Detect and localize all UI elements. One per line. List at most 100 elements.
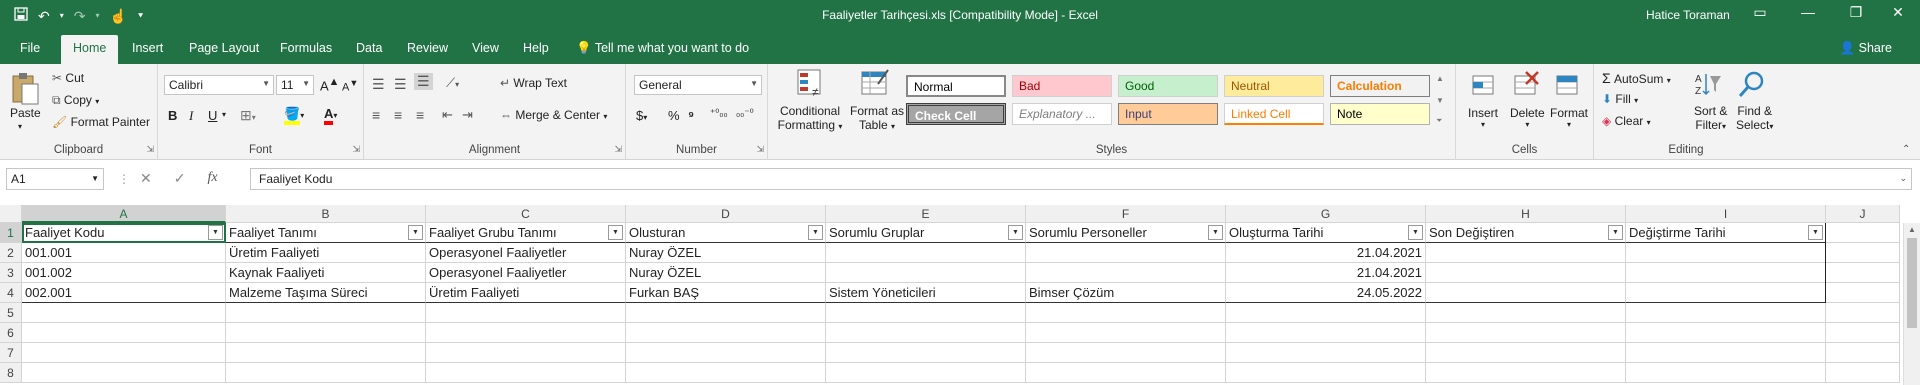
scroll-thumb[interactable]	[1907, 238, 1917, 328]
tab-view[interactable]: View	[472, 41, 499, 55]
cut-button[interactable]: ✂ Cut	[52, 71, 84, 85]
empty-cell[interactable]	[1826, 363, 1900, 383]
row-header-7[interactable]: 7	[0, 343, 22, 363]
number-format-box[interactable]: General ▼	[634, 75, 762, 95]
align-left-icon[interactable]: ≡	[372, 107, 380, 123]
empty-cell[interactable]	[1826, 303, 1900, 323]
table-cell[interactable]: Malzeme Taşıma Süreci	[226, 283, 426, 303]
comma-icon[interactable]: ⁹	[688, 108, 694, 123]
table-cell[interactable]: 001.001	[22, 243, 226, 263]
table-cell[interactable]: Üretim Faaliyeti	[226, 243, 426, 263]
empty-cell[interactable]	[826, 303, 1026, 323]
empty-cell[interactable]	[226, 323, 426, 343]
table-cell[interactable]	[1426, 263, 1626, 283]
table-header-cell[interactable]: Faaliyet Grubu Tanımı ▼	[426, 223, 626, 243]
paste-icon[interactable]	[10, 72, 40, 105]
clipboard-launcher-icon[interactable]: ⇲	[146, 144, 154, 155]
autosum-button[interactable]: Σ AutoSum ▾	[1602, 70, 1671, 86]
formula-bar-splitter-icon[interactable]: ⋮	[118, 172, 130, 186]
find-select-button[interactable]: Find & Select▾	[1736, 104, 1773, 132]
paste-button[interactable]: Paste	[10, 106, 41, 120]
cancel-icon[interactable]: ✕	[140, 170, 152, 187]
table-cell[interactable]	[1426, 243, 1626, 263]
format-as-table-button[interactable]: Format as Table ▾	[848, 104, 906, 132]
row-header-6[interactable]: 6	[0, 323, 22, 343]
increase-font-icon[interactable]: A▲	[320, 76, 339, 93]
sort-filter-button[interactable]: Sort & Filter▾	[1694, 104, 1727, 132]
row-header-3[interactable]: 3	[0, 263, 22, 283]
insert-function-icon[interactable]: fx	[207, 170, 217, 187]
table-cell[interactable]	[1026, 263, 1226, 283]
empty-cell[interactable]	[22, 343, 226, 363]
style-bad[interactable]: Bad	[1012, 75, 1112, 97]
table-cell[interactable]: Operasyonel Faaliyetler	[426, 243, 626, 263]
empty-cell[interactable]	[426, 343, 626, 363]
empty-cell[interactable]	[22, 303, 226, 323]
tab-formulas[interactable]: Formulas	[280, 41, 332, 55]
empty-cell[interactable]	[426, 323, 626, 343]
empty-cell[interactable]	[1826, 243, 1900, 263]
column-header-d[interactable]: D	[626, 205, 826, 223]
collapse-ribbon-icon[interactable]: ⌃	[1902, 144, 1910, 155]
table-cell[interactable]: Bimser Çözüm	[1026, 283, 1226, 303]
empty-cell[interactable]	[1026, 303, 1226, 323]
select-all-button[interactable]	[0, 205, 22, 223]
empty-cell[interactable]	[1226, 363, 1426, 383]
filter-dropdown-icon[interactable]: ▼	[208, 225, 223, 240]
column-header-h[interactable]: H	[1426, 205, 1626, 223]
scroll-up-icon[interactable]: ▲	[1904, 225, 1920, 234]
increase-indent-icon[interactable]: ⇥	[462, 107, 473, 123]
align-bottom-icon[interactable]: ☰	[414, 73, 433, 90]
table-cell[interactable]: Nuray ÖZEL	[626, 243, 826, 263]
wrap-text-button[interactable]: ↵ Wrap Text	[500, 76, 567, 90]
empty-cell[interactable]	[22, 323, 226, 343]
style-linked-cell[interactable]: Linked Cell	[1224, 103, 1324, 125]
paste-dropdown-icon[interactable]: ▾	[18, 122, 22, 131]
align-center-icon[interactable]: ≡	[394, 107, 402, 123]
empty-cell[interactable]	[1426, 303, 1626, 323]
number-launcher-icon[interactable]: ⇲	[756, 144, 764, 155]
increase-decimal-icon[interactable]: ⁺⁰₀₀	[710, 108, 728, 119]
row-header-2[interactable]: 2	[0, 243, 22, 263]
tab-insert[interactable]: Insert	[132, 41, 163, 55]
gallery-more-icon[interactable]: ⏷	[1436, 116, 1442, 126]
decrease-indent-icon[interactable]: ⇤	[442, 107, 453, 123]
table-header-cell[interactable]: Oluşturma Tarihi ▼	[1226, 223, 1426, 243]
table-cell[interactable]: 002.001	[22, 283, 226, 303]
font-launcher-icon[interactable]: ⇲	[352, 144, 360, 155]
table-cell[interactable]: Sistem Yöneticileri	[826, 283, 1026, 303]
empty-cell[interactable]	[1026, 363, 1226, 383]
empty-cell[interactable]	[1226, 343, 1426, 363]
column-header-g[interactable]: G	[1226, 205, 1426, 223]
tab-file[interactable]: File	[20, 41, 40, 55]
table-header-cell[interactable]: Faaliyet Tanımı ▼	[226, 223, 426, 243]
column-header-i[interactable]: I	[1626, 205, 1826, 223]
decrease-decimal-icon[interactable]: ₀₀⁻⁰	[736, 108, 754, 119]
fill-color-icon[interactable]: 🪣▾	[284, 106, 304, 125]
font-size-box[interactable]: 11 ▼	[276, 75, 314, 95]
minimize-icon[interactable]: —	[1788, 4, 1828, 20]
empty-cell[interactable]	[1426, 343, 1626, 363]
alignment-launcher-icon[interactable]: ⇲	[614, 144, 622, 155]
user-name[interactable]: Hatice Toraman	[1646, 8, 1730, 22]
table-cell[interactable]	[826, 263, 1026, 283]
delete-button[interactable]: Delete ▾	[1510, 106, 1545, 129]
table-cell[interactable]: Nuray ÖZEL	[626, 263, 826, 283]
column-header-e[interactable]: E	[826, 205, 1026, 223]
table-cell[interactable]: Kaynak Faaliyeti	[226, 263, 426, 283]
insert-button[interactable]: Insert ▾	[1468, 106, 1498, 129]
filter-dropdown-icon[interactable]: ▼	[408, 225, 423, 240]
table-cell[interactable]: 001.002	[22, 263, 226, 283]
italic-icon[interactable]: I	[189, 108, 193, 124]
tab-data[interactable]: Data	[356, 41, 382, 55]
enter-icon[interactable]: ✓	[174, 170, 186, 187]
table-cell[interactable]	[1626, 243, 1826, 263]
empty-cell[interactable]	[826, 343, 1026, 363]
borders-icon[interactable]: ⊞▾	[240, 107, 256, 124]
filter-dropdown-icon[interactable]: ▼	[1608, 225, 1623, 240]
underline-dropdown-icon[interactable]: ▾	[222, 110, 226, 119]
style-explanatory[interactable]: Explanatory ...	[1012, 103, 1112, 125]
empty-cell[interactable]	[1826, 223, 1900, 243]
table-header-cell[interactable]: Faaliyet Kodu ▼	[22, 223, 226, 243]
empty-cell[interactable]	[626, 343, 826, 363]
